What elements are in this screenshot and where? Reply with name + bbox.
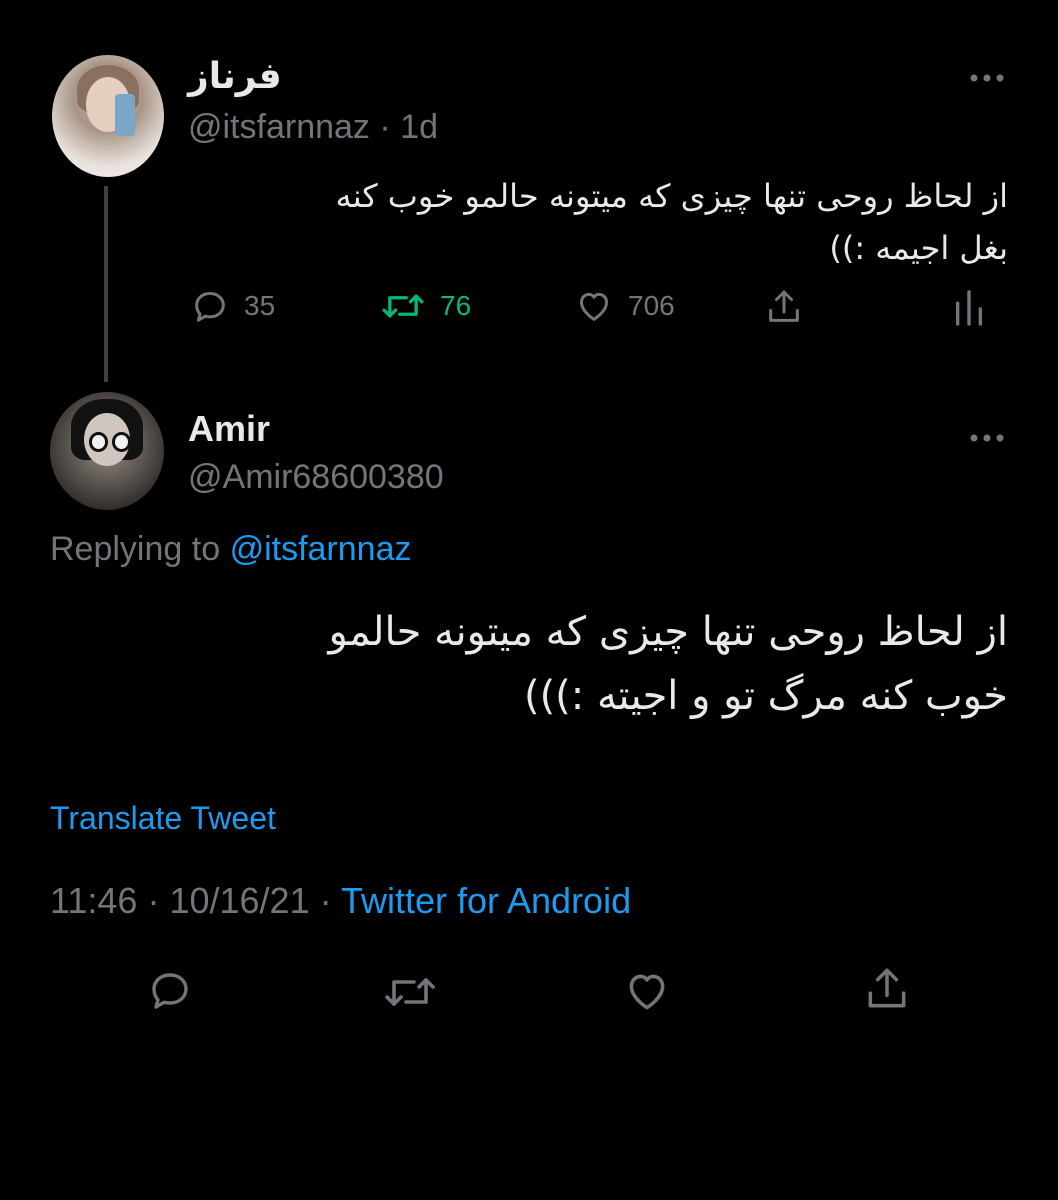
separator-dot: · (147, 880, 160, 921)
tweet-source-link[interactable]: Twitter for Android (341, 880, 631, 921)
heart-icon (629, 974, 665, 1010)
retweet-icon (385, 978, 435, 1006)
share-icon (868, 968, 906, 1008)
more-icon[interactable] (968, 58, 1006, 92)
parent-text-line-1: از لحاظ روحی تنها چیزی که میتونه حالمو خ… (335, 177, 1008, 215)
avatar-phone (114, 94, 135, 136)
separator-dot: · (379, 108, 391, 146)
bottom-like-button[interactable] (622, 966, 672, 1016)
replying-to-label: Replying to (50, 530, 221, 568)
reply-text-line-2: خوب کنه مرگ تو و اجیته :))) (523, 673, 1008, 719)
more-dots-svg (970, 434, 1004, 442)
reply-icon (152, 973, 188, 1009)
reply-avatar[interactable] (50, 392, 164, 510)
reply-icon (195, 292, 225, 322)
reply-action[interactable]: 35 (190, 286, 275, 326)
tweet-date: 10/16/21 (169, 880, 310, 921)
share-icon (769, 290, 799, 322)
more-dots-svg (970, 74, 1004, 82)
like-count: 706 (628, 290, 675, 321)
retweet-icon (382, 294, 424, 318)
parent-avatar[interactable] (52, 55, 164, 177)
replying-to-mention[interactable]: @itsfarnnaz (230, 530, 412, 568)
bottom-reply-button[interactable] (146, 966, 194, 1014)
analytics-action[interactable] (952, 288, 986, 326)
parent-text-line-2: بغل اجیمه :)) (829, 229, 1008, 267)
parent-handle[interactable]: @itsfarnnaz (188, 108, 370, 146)
replying-to-line: Replying to @itsfarnnaz (50, 530, 411, 569)
parent-display-name[interactable]: فرناز (188, 55, 282, 97)
bottom-share-button[interactable] (862, 962, 912, 1016)
reply-display-name[interactable]: Amir (188, 408, 270, 450)
reply-text-line-1: از لحاظ روحی تنها چیزی که میتونه حالمو (328, 609, 1008, 655)
reply-count: 35 (244, 290, 276, 321)
bottom-retweet-button[interactable] (382, 968, 438, 1016)
translate-tweet-link[interactable]: Translate Tweet (50, 800, 276, 837)
reply-handle[interactable]: @Amir68600380 (188, 458, 444, 497)
analytics-icon (955, 290, 983, 326)
parent-time[interactable]: 1d (400, 108, 438, 146)
like-action[interactable]: 706 (574, 286, 675, 326)
separator-dot: · (319, 880, 332, 921)
share-action[interactable] (764, 286, 804, 328)
thread-line (104, 186, 108, 382)
parent-tweet-text: از لحاظ روحی تنها چیزی که میتونه حالمو خ… (208, 170, 1008, 274)
parent-handle-line: @itsfarnnaz · 1d (188, 108, 438, 147)
retweet-count: 76 (440, 290, 472, 321)
tweet-time: 11:46 (50, 880, 138, 921)
reply-tweet-text: از لحاظ روحی تنها چیزی که میتونه حالمو خ… (108, 600, 1008, 728)
heart-icon (580, 292, 608, 321)
tweet-meta-line: 11:46 · 10/16/21 · Twitter for Android (50, 880, 631, 922)
more-icon[interactable] (968, 418, 1006, 452)
retweet-action[interactable]: 76 (380, 286, 471, 326)
